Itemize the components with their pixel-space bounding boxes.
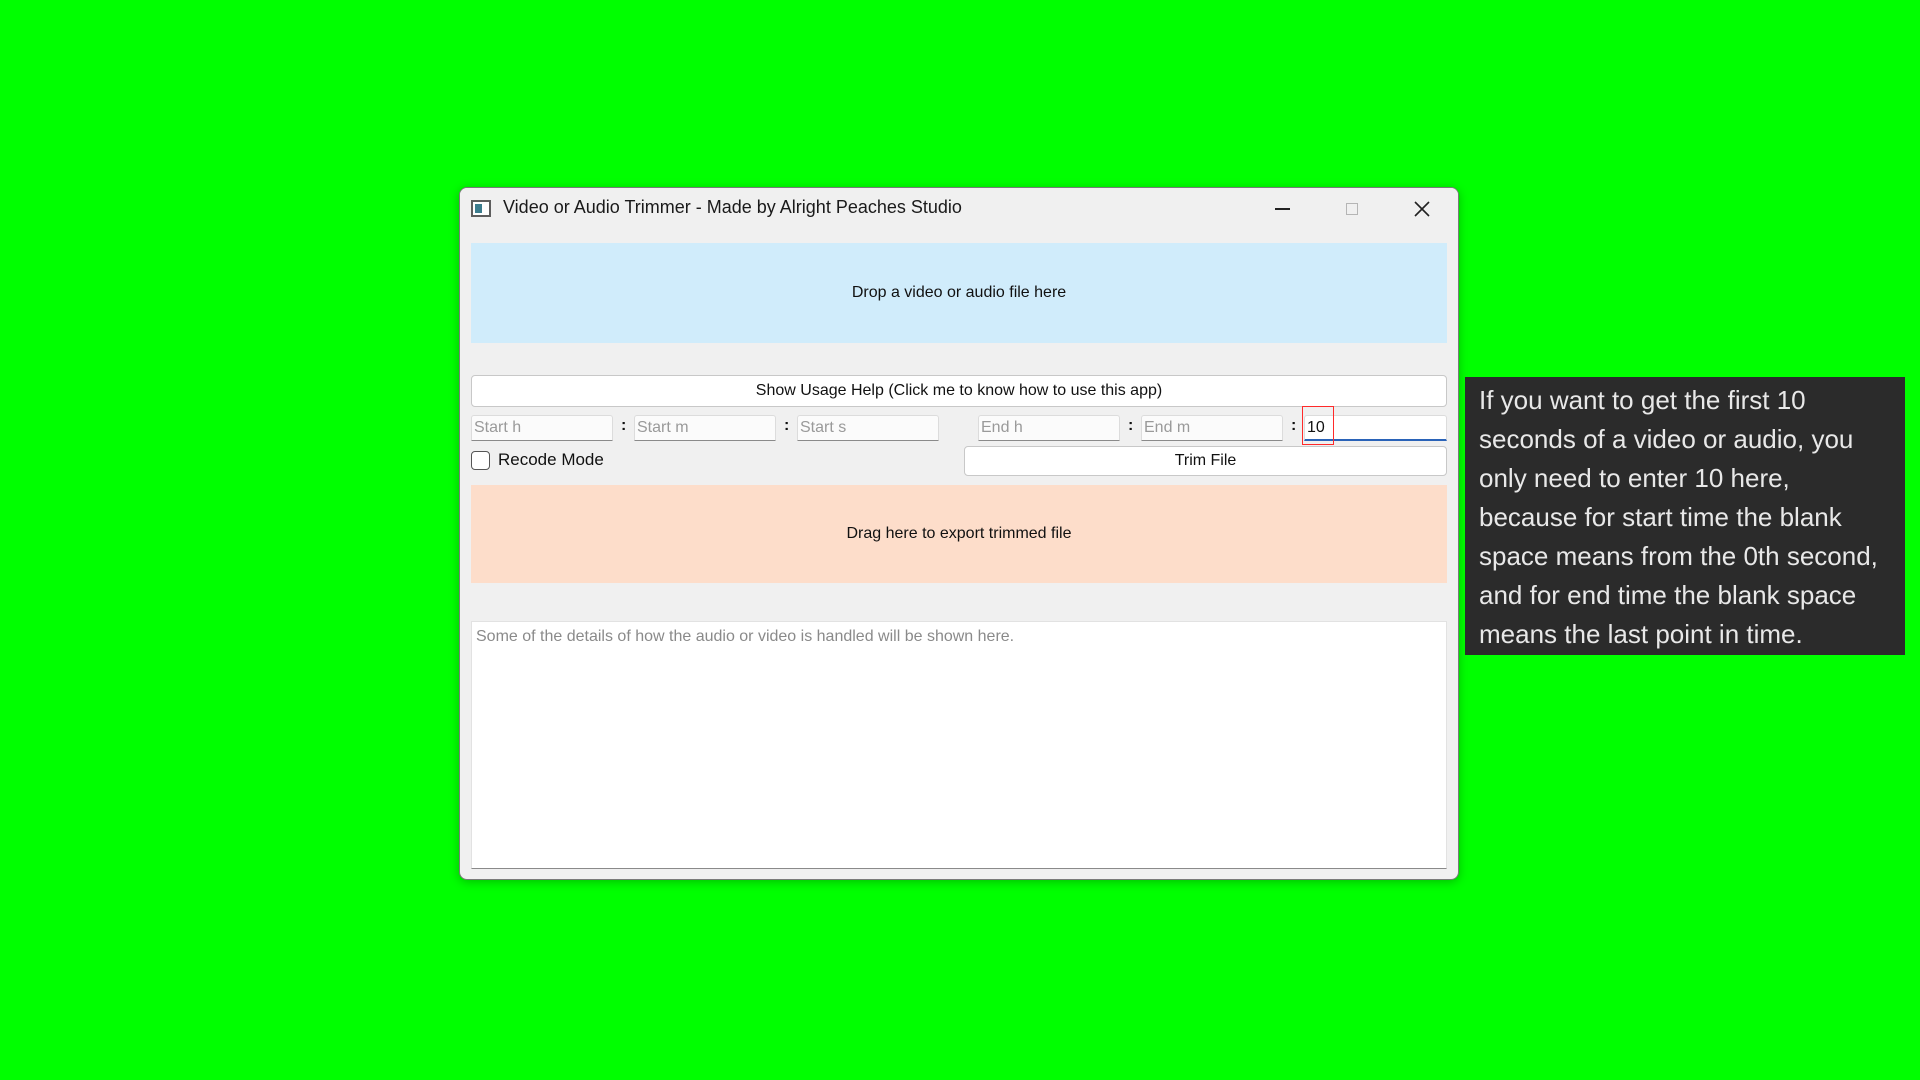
start-hours-input[interactable]: Start h — [471, 415, 613, 441]
maximize-button[interactable] — [1317, 188, 1387, 230]
trim-file-label: Trim File — [1174, 452, 1237, 469]
window-title: Video or Audio Trimmer - Made by Alright… — [503, 197, 962, 217]
time-separator: : — [784, 417, 790, 434]
start-minutes-input[interactable]: Start m — [634, 415, 776, 441]
log-placeholder: Some of the details of how the audio or … — [476, 628, 1015, 645]
time-separator: : — [1128, 417, 1134, 434]
usage-help-button[interactable]: Show Usage Help (Click me to know how to… — [471, 375, 1447, 407]
end-seconds-input[interactable]: 10 — [1304, 415, 1447, 441]
export-zone-label: Drag here to export trimmed file — [846, 525, 1072, 542]
start-seconds-input[interactable]: Start s — [797, 415, 939, 441]
recode-mode-checkbox[interactable] — [471, 451, 490, 470]
close-icon — [1414, 201, 1430, 217]
file-drop-zone[interactable]: Drop a video or audio file here — [471, 243, 1447, 343]
time-separator: : — [621, 417, 627, 434]
close-button[interactable] — [1387, 188, 1457, 230]
help-tooltip: If you want to get the first 10 seconds … — [1465, 377, 1905, 655]
minimize-button[interactable] — [1247, 188, 1317, 230]
trim-file-button[interactable]: Trim File — [964, 446, 1447, 476]
app-window: Video or Audio Trimmer - Made by Alright… — [459, 187, 1459, 880]
drop-zone-label: Drop a video or audio file here — [851, 284, 1067, 301]
title-bar[interactable]: Video or Audio Trimmer - Made by Alright… — [460, 188, 1458, 230]
end-minutes-input[interactable]: End m — [1141, 415, 1283, 441]
export-drag-zone[interactable]: Drag here to export trimmed file — [471, 485, 1447, 583]
log-output-area[interactable]: Some of the details of how the audio or … — [471, 621, 1447, 869]
usage-help-label: Show Usage Help (Click me to know how to… — [755, 382, 1163, 399]
maximize-icon — [1346, 203, 1358, 215]
time-separator: : — [1291, 417, 1297, 434]
tooltip-text: If you want to get the first 10 seconds … — [1479, 385, 1878, 649]
app-window-icon — [471, 200, 491, 217]
recode-mode-label[interactable]: Recode Mode — [498, 450, 604, 470]
end-hours-input[interactable]: End h — [978, 415, 1120, 441]
minimize-icon — [1274, 208, 1290, 210]
